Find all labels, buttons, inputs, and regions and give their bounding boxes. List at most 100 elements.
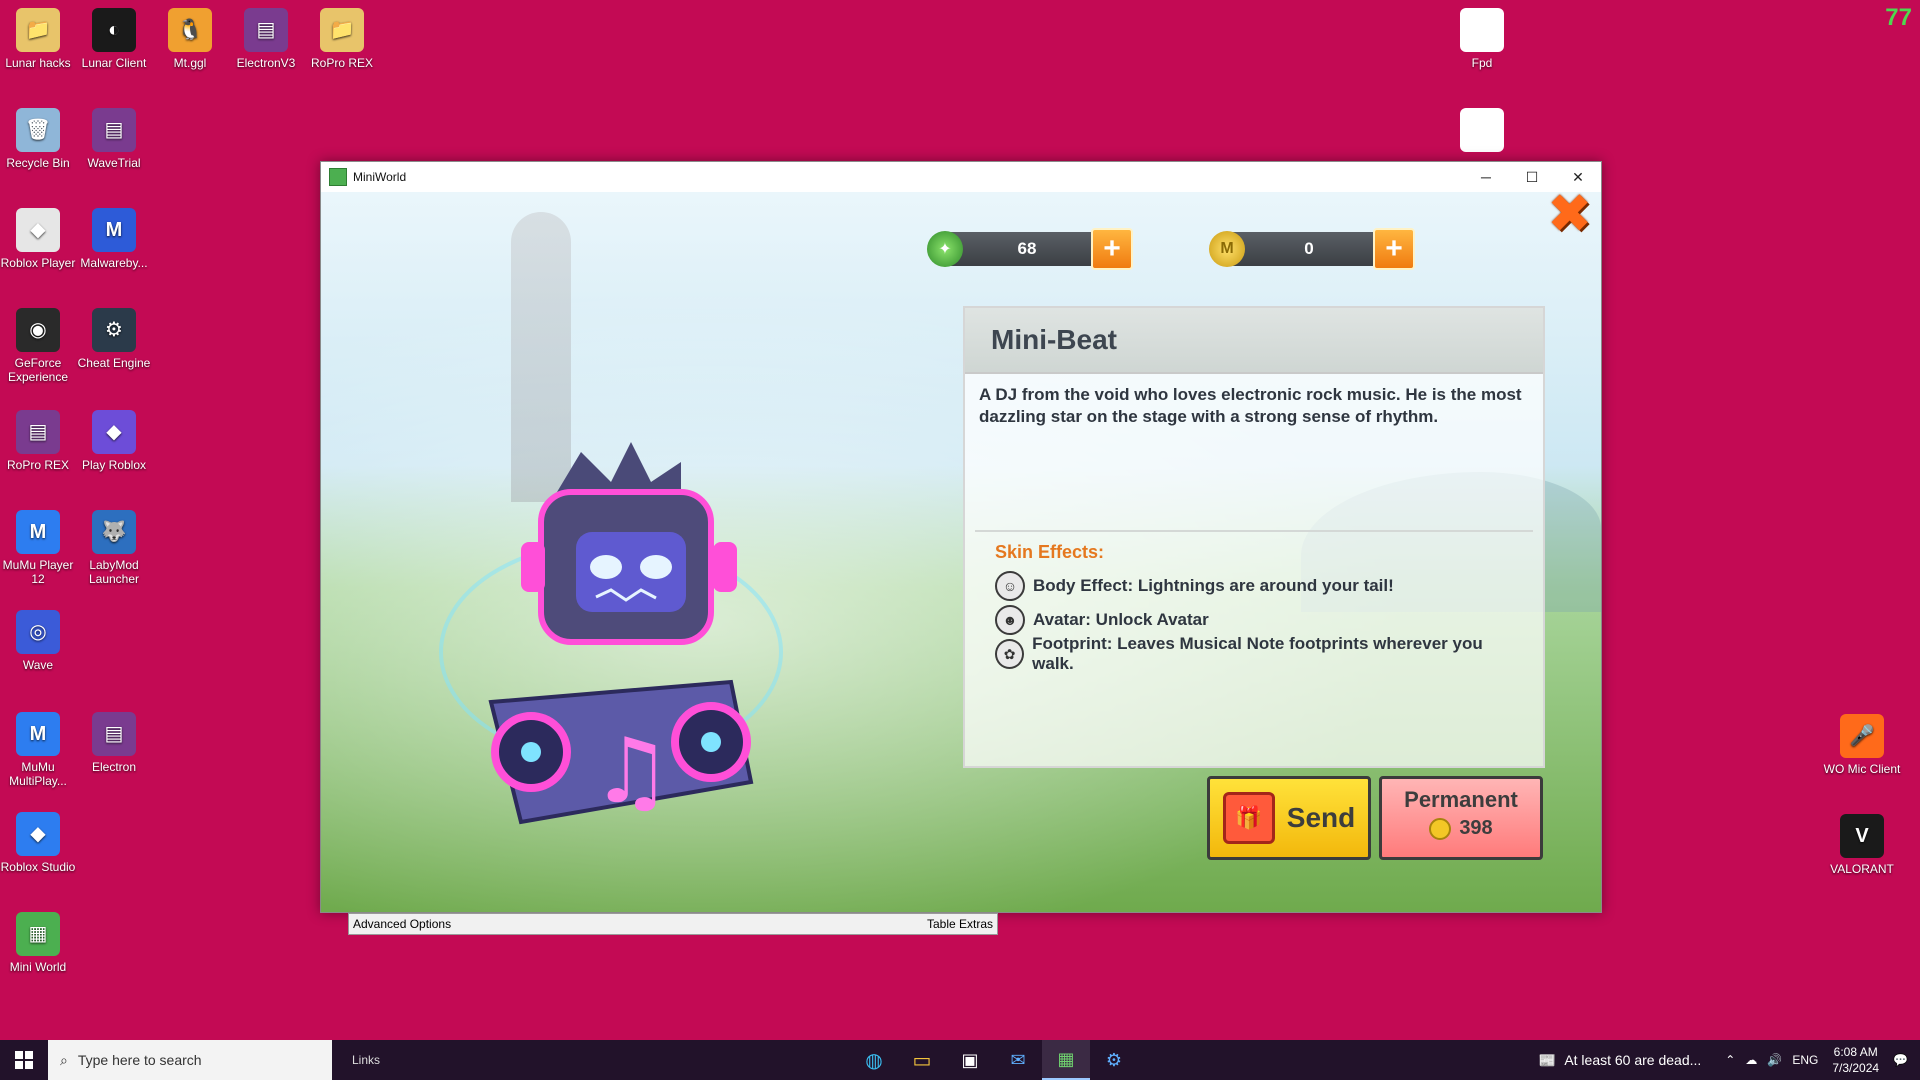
- desktop-icon[interactable]: M Malwareby...: [74, 208, 154, 270]
- add-mini-coins-button[interactable]: +: [1373, 228, 1415, 270]
- app-icon: M: [16, 510, 60, 554]
- footprint-icon: ✿: [995, 639, 1025, 669]
- skin-effects-section: Skin Effects: ☺ Body Effect: Lightnings …: [975, 530, 1533, 756]
- desktop-icon[interactable]: 🐺 LabyMod Launcher: [74, 510, 154, 586]
- effect-body: ☺ Body Effect: Lightnings are around you…: [995, 569, 1513, 603]
- file-explorer-icon[interactable]: ▭: [898, 1040, 946, 1080]
- avatar-icon: ☻: [995, 605, 1025, 635]
- close-window-button[interactable]: ✕: [1555, 162, 1601, 192]
- search-placeholder: Type here to search: [77, 1052, 202, 1068]
- effect-footprint-text: Footprint: Leaves Musical Note footprint…: [1032, 634, 1483, 673]
- table-extras-link[interactable]: Table Extras: [927, 917, 993, 931]
- desktop-icon[interactable]: ▦ Mini World: [0, 912, 78, 974]
- window-titlebar[interactable]: MiniWorld ─ ☐ ✕: [321, 162, 1601, 192]
- volume-icon[interactable]: 🔊: [1767, 1053, 1782, 1067]
- desktop-icon[interactable]: ◆ Roblox Studio: [0, 812, 78, 874]
- store-icon[interactable]: ▣: [946, 1040, 994, 1080]
- desktop-icon[interactable]: 🎤 WO Mic Client: [1822, 714, 1902, 776]
- window-title: MiniWorld: [353, 170, 407, 184]
- app-icon: ◆: [16, 812, 60, 856]
- cheat-engine-strip: Advanced Options Table Extras: [348, 913, 998, 935]
- desktop-icon[interactable]: ◆ Roblox Player: [0, 208, 78, 270]
- desktop-icon-label: Cheat Engine: [77, 356, 151, 370]
- maximize-button[interactable]: ☐: [1509, 162, 1555, 192]
- music-note-icon: ♫: [591, 719, 672, 824]
- close-shop-button[interactable]: ✖: [1547, 192, 1592, 241]
- buy-permanent-button[interactable]: Permanent 398: [1379, 776, 1543, 860]
- add-mini-beans-button[interactable]: +: [1091, 228, 1133, 270]
- news-text: At least 60 are dead...: [1564, 1052, 1702, 1068]
- permanent-price: 398: [1459, 817, 1493, 839]
- permanent-label: Permanent: [1404, 787, 1518, 812]
- desktop-icon-label: VALORANT: [1830, 862, 1894, 876]
- miniworld-taskbar-icon[interactable]: ▦: [1042, 1040, 1090, 1080]
- desktop-icon[interactable]: 🐧 Mt.ggl: [150, 8, 230, 70]
- clock[interactable]: 6:08 AM 7/3/2024: [1832, 1044, 1879, 1076]
- desktop-icon-label: WaveTrial: [87, 156, 141, 170]
- mini-coin-icon: M: [1209, 231, 1245, 267]
- mini-beans-value: 68: [1017, 239, 1037, 258]
- mail-icon[interactable]: ✉: [994, 1040, 1042, 1080]
- advanced-options-link[interactable]: Advanced Options: [353, 917, 451, 931]
- skin-name: Mini-Beat: [991, 324, 1117, 355]
- effect-avatar-text: Avatar: Unlock Avatar: [1033, 610, 1209, 629]
- news-widget[interactable]: 📰 At least 60 are dead...: [1539, 1052, 1701, 1069]
- miniworld-window: MiniWorld ─ ☐ ✕ ✦ 68 + M 0 + ✖ ♫ Mini-Be…: [320, 161, 1602, 913]
- desktop-icon[interactable]: ▤ WaveTrial: [74, 108, 154, 170]
- send-gift-button[interactable]: 🎁 Send: [1207, 776, 1371, 860]
- minimize-button[interactable]: ─: [1463, 162, 1509, 192]
- mini-bean-icon: ✦: [927, 231, 963, 267]
- desktop-icon[interactable]: ▤ Electron: [74, 712, 154, 774]
- mini-beans-bar: ✦ 68 +: [927, 228, 1133, 270]
- start-button[interactable]: [0, 1040, 48, 1080]
- app-icon: ▤: [92, 712, 136, 756]
- desktop-icon-label: Roblox Player: [0, 256, 76, 270]
- app-icon: ▤: [92, 108, 136, 152]
- app-icon: 🎤: [1840, 714, 1884, 758]
- app-icon: 🐺: [92, 510, 136, 554]
- fps-counter: 77: [1885, 4, 1912, 31]
- app-icon: M: [16, 712, 60, 756]
- desktop-icon[interactable]: ▤ ElectronV3: [226, 8, 306, 70]
- app-icon: ◐: [92, 8, 136, 52]
- app-icon: ▤: [16, 410, 60, 454]
- desktop-icon[interactable]: ◎ Wave: [0, 610, 78, 672]
- edge-icon[interactable]: ◍: [850, 1040, 898, 1080]
- desktop-icon[interactable]: M MuMu Player 12: [0, 510, 78, 586]
- app-icon: 📁: [16, 8, 60, 52]
- desktop-icon[interactable]: ◆ Play Roblox: [74, 410, 154, 472]
- character-eye-right: [640, 555, 672, 579]
- language-indicator[interactable]: ENG: [1792, 1053, 1818, 1067]
- app-icon: [1460, 108, 1504, 152]
- notifications-icon[interactable]: 💬: [1893, 1053, 1908, 1067]
- desktop-icon[interactable]: ◉ GeForce Experience: [0, 308, 78, 384]
- app-icon: ▤: [244, 8, 288, 52]
- app-icon: 🗑: [16, 108, 60, 152]
- desktop-icon[interactable]: 📁 RoPro REX: [302, 8, 382, 70]
- desktop-icon-label: ElectronV3: [236, 56, 296, 70]
- desktop-icon[interactable]: 📁 Lunar hacks: [0, 8, 78, 70]
- gift-icon: 🎁: [1222, 792, 1275, 844]
- miniworld-app-icon: [329, 168, 347, 186]
- tray-chevron-icon[interactable]: ⌃: [1725, 1053, 1735, 1067]
- links-toolbar[interactable]: Links: [352, 1053, 380, 1067]
- app-icon: ⚙: [92, 308, 136, 352]
- desktop-icon[interactable]: [1442, 108, 1522, 156]
- desktop-icon[interactable]: M MuMu MultiPlay...: [0, 712, 78, 788]
- windows-icon: [15, 1051, 33, 1069]
- desktop-icon-label: MuMu MultiPlay...: [9, 760, 67, 788]
- network-icon[interactable]: ☁: [1745, 1053, 1757, 1067]
- body-effect-icon: ☺: [995, 571, 1025, 601]
- taskbar-search[interactable]: ⌕ Type here to search: [48, 1040, 332, 1080]
- mini-beat-character: ♫: [439, 442, 783, 825]
- cheat-engine-taskbar-icon[interactable]: ⚙: [1090, 1040, 1138, 1080]
- app-icon: [1460, 8, 1504, 52]
- desktop-icon[interactable]: ▤ RoPro REX: [0, 410, 78, 472]
- app-icon: M: [92, 208, 136, 252]
- desktop-icon[interactable]: ◐ Lunar Client: [74, 8, 154, 70]
- desktop-icon[interactable]: Fpd: [1442, 8, 1522, 70]
- desktop-icon[interactable]: V VALORANT: [1822, 814, 1902, 876]
- desktop-icon[interactable]: ⚙ Cheat Engine: [74, 308, 154, 370]
- headphone-left: [521, 542, 545, 592]
- desktop-icon[interactable]: 🗑 Recycle Bin: [0, 108, 78, 170]
